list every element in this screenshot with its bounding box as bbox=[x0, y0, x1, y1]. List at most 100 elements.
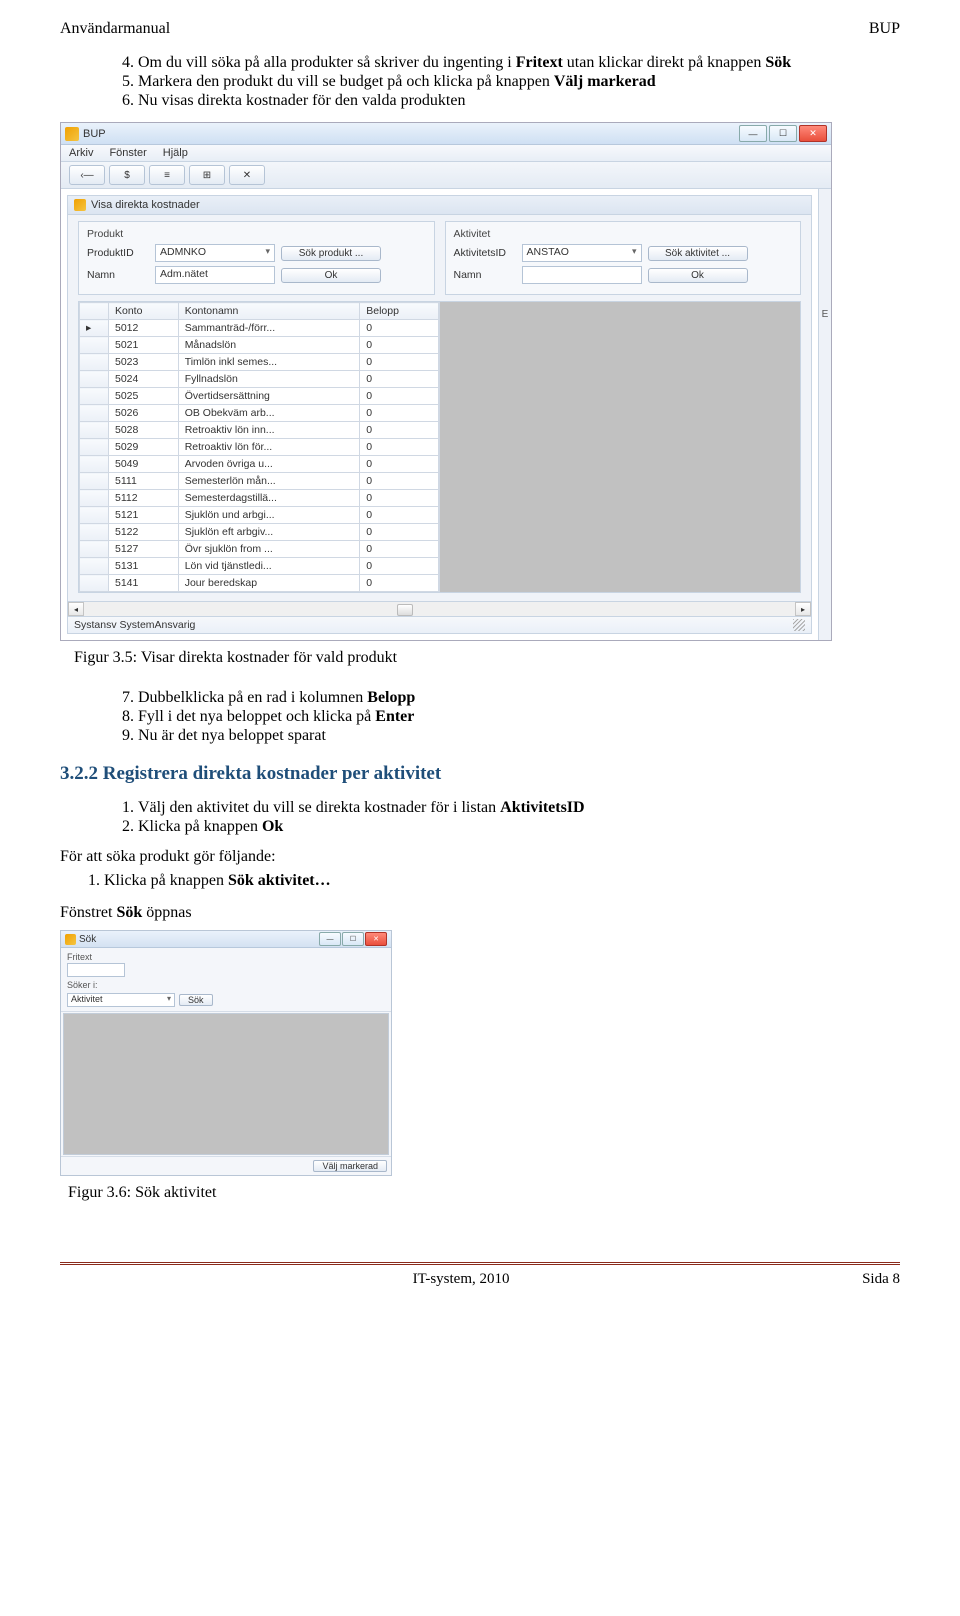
fritext-input[interactable] bbox=[67, 963, 125, 977]
fritext-label: Fritext bbox=[67, 952, 385, 962]
aktivitet-ok-button[interactable]: Ok bbox=[648, 268, 748, 283]
fonstret-sok-text: Fönstret Sök öppnas bbox=[60, 904, 900, 922]
menu-fonster[interactable]: Fönster bbox=[109, 147, 146, 159]
table-row[interactable]: 5049Arvoden övriga u...0 bbox=[80, 456, 439, 473]
data-grid[interactable]: Konto Kontonamn Belopp ▸5012Sammanträd-/… bbox=[78, 301, 801, 593]
x-icon[interactable]: ✕ bbox=[229, 165, 265, 185]
cell-belopp[interactable]: 0 bbox=[360, 354, 439, 371]
col-konto[interactable]: Konto bbox=[109, 303, 179, 320]
table-row[interactable]: 5131Lön vid tjänstledi...0 bbox=[80, 558, 439, 575]
row-header bbox=[80, 490, 109, 507]
cell-konto: 5141 bbox=[109, 575, 179, 592]
table-row[interactable]: 5121Sjuklön und arbgi...0 bbox=[80, 507, 439, 524]
cell-belopp[interactable]: 0 bbox=[360, 473, 439, 490]
step-9: Nu är det nya beloppet sparat bbox=[138, 727, 900, 745]
menubar: Arkiv Fönster Hjälp bbox=[61, 145, 831, 162]
section-3-2-2-heading: 3.2.2 Registrera direkta kostnader per a… bbox=[60, 763, 900, 785]
cell-kontonamn: Övertidsersättning bbox=[178, 388, 360, 405]
sok-produkt-button[interactable]: Sök produkt ... bbox=[281, 246, 381, 261]
cell-belopp[interactable]: 0 bbox=[360, 490, 439, 507]
cell-belopp[interactable]: 0 bbox=[360, 405, 439, 422]
cell-belopp[interactable]: 0 bbox=[360, 575, 439, 592]
soki-dropdown[interactable]: Aktivitet bbox=[67, 993, 175, 1007]
arrow-left-icon[interactable]: ‹— bbox=[69, 165, 105, 185]
cell-konto: 5023 bbox=[109, 354, 179, 371]
produkt-namn-input[interactable]: Adm.nätet bbox=[155, 266, 275, 284]
close-button[interactable]: ✕ bbox=[799, 125, 827, 142]
table-row[interactable]: 5111Semesterlön mån...0 bbox=[80, 473, 439, 490]
table-row[interactable]: 5112Semesterdagstillä...0 bbox=[80, 490, 439, 507]
dollar-icon[interactable]: $ bbox=[109, 165, 145, 185]
cell-konto: 5026 bbox=[109, 405, 179, 422]
cell-konto: 5028 bbox=[109, 422, 179, 439]
cell-belopp[interactable]: 0 bbox=[360, 558, 439, 575]
table-row[interactable]: ▸5012Sammanträd-/förr...0 bbox=[80, 320, 439, 337]
table-row[interactable]: 5127Övr sjuklön from ...0 bbox=[80, 541, 439, 558]
horizontal-scrollbar[interactable]: ◂ ▸ bbox=[68, 601, 811, 616]
row-header bbox=[80, 558, 109, 575]
row-header bbox=[80, 405, 109, 422]
cell-konto: 5024 bbox=[109, 371, 179, 388]
produkt-ok-button[interactable]: Ok bbox=[281, 268, 381, 283]
cell-belopp[interactable]: 0 bbox=[360, 439, 439, 456]
cell-belopp[interactable]: 0 bbox=[360, 541, 439, 558]
sok-aktivitet-button[interactable]: Sök aktivitet ... bbox=[648, 246, 748, 261]
sok-close-button[interactable]: ✕ bbox=[365, 932, 387, 946]
cell-belopp[interactable]: 0 bbox=[360, 524, 439, 541]
bars-icon[interactable]: ≡ bbox=[149, 165, 185, 185]
status-text: Systansv SystemAnsvarig bbox=[74, 619, 195, 631]
cell-kontonamn: Sammanträd-/förr... bbox=[178, 320, 360, 337]
cell-belopp[interactable]: 0 bbox=[360, 422, 439, 439]
grid-icon[interactable]: ⊞ bbox=[189, 165, 225, 185]
cell-konto: 5122 bbox=[109, 524, 179, 541]
sok-results-grid[interactable] bbox=[63, 1013, 389, 1155]
cell-konto: 5025 bbox=[109, 388, 179, 405]
scroll-right-icon[interactable]: ▸ bbox=[795, 602, 811, 616]
aktivitet-namn-input[interactable] bbox=[522, 266, 642, 284]
pane-icon bbox=[74, 199, 86, 211]
valj-markerad-button[interactable]: Välj markerad bbox=[313, 1160, 387, 1172]
footer-right: Sida 8 bbox=[862, 1271, 900, 1288]
aktivitetsid-dropdown[interactable]: ANSTAO bbox=[522, 244, 642, 262]
cell-belopp[interactable]: 0 bbox=[360, 371, 439, 388]
produktid-dropdown[interactable]: ADMNKO bbox=[155, 244, 275, 262]
sok-button[interactable]: Sök bbox=[179, 994, 213, 1006]
cell-kontonamn: Timlön inkl semes... bbox=[178, 354, 360, 371]
cell-kontonamn: Fyllnadslön bbox=[178, 371, 360, 388]
sok-title: Sök bbox=[79, 934, 96, 945]
menu-hjalp[interactable]: Hjälp bbox=[163, 147, 188, 159]
sok-maximize-button[interactable]: ☐ bbox=[342, 932, 364, 946]
table-row[interactable]: 5141Jour beredskap0 bbox=[80, 575, 439, 592]
cell-belopp[interactable]: 0 bbox=[360, 320, 439, 337]
menu-arkiv[interactable]: Arkiv bbox=[69, 147, 93, 159]
row-header bbox=[80, 473, 109, 490]
cell-konto: 5049 bbox=[109, 456, 179, 473]
cell-belopp[interactable]: 0 bbox=[360, 337, 439, 354]
minimize-button[interactable]: — bbox=[739, 125, 767, 142]
scroll-thumb[interactable] bbox=[397, 604, 413, 616]
scroll-left-icon[interactable]: ◂ bbox=[68, 602, 84, 616]
aktivitet-group-label: Aktivitet bbox=[454, 228, 793, 240]
table-row[interactable]: 5021Månadslön0 bbox=[80, 337, 439, 354]
table-row[interactable]: 5025Övertidsersättning0 bbox=[80, 388, 439, 405]
table-row[interactable]: 5024Fyllnadslön0 bbox=[80, 371, 439, 388]
pane-title: Visa direkta kostnader bbox=[91, 199, 200, 211]
sok-minimize-button[interactable]: — bbox=[319, 932, 341, 946]
cell-konto: 5131 bbox=[109, 558, 179, 575]
table-row[interactable]: 5023Timlön inkl semes...0 bbox=[80, 354, 439, 371]
cell-belopp[interactable]: 0 bbox=[360, 456, 439, 473]
table-row[interactable]: 5029Retroaktiv lön för...0 bbox=[80, 439, 439, 456]
cell-kontonamn: Månadslön bbox=[178, 337, 360, 354]
app-icon bbox=[65, 127, 79, 141]
maximize-button[interactable]: ☐ bbox=[769, 125, 797, 142]
table-row[interactable]: 5122Sjuklön eft arbgiv...0 bbox=[80, 524, 439, 541]
header-right: BUP bbox=[869, 20, 900, 38]
cell-belopp[interactable]: 0 bbox=[360, 388, 439, 405]
col-belopp[interactable]: Belopp bbox=[360, 303, 439, 320]
cell-belopp[interactable]: 0 bbox=[360, 507, 439, 524]
resize-grip-icon[interactable] bbox=[793, 619, 805, 631]
table-row[interactable]: 5028Retroaktiv lön inn...0 bbox=[80, 422, 439, 439]
table-row[interactable]: 5026OB Obekväm arb...0 bbox=[80, 405, 439, 422]
col-kontonamn[interactable]: Kontonamn bbox=[178, 303, 360, 320]
header-left: Användarmanual bbox=[60, 20, 170, 38]
